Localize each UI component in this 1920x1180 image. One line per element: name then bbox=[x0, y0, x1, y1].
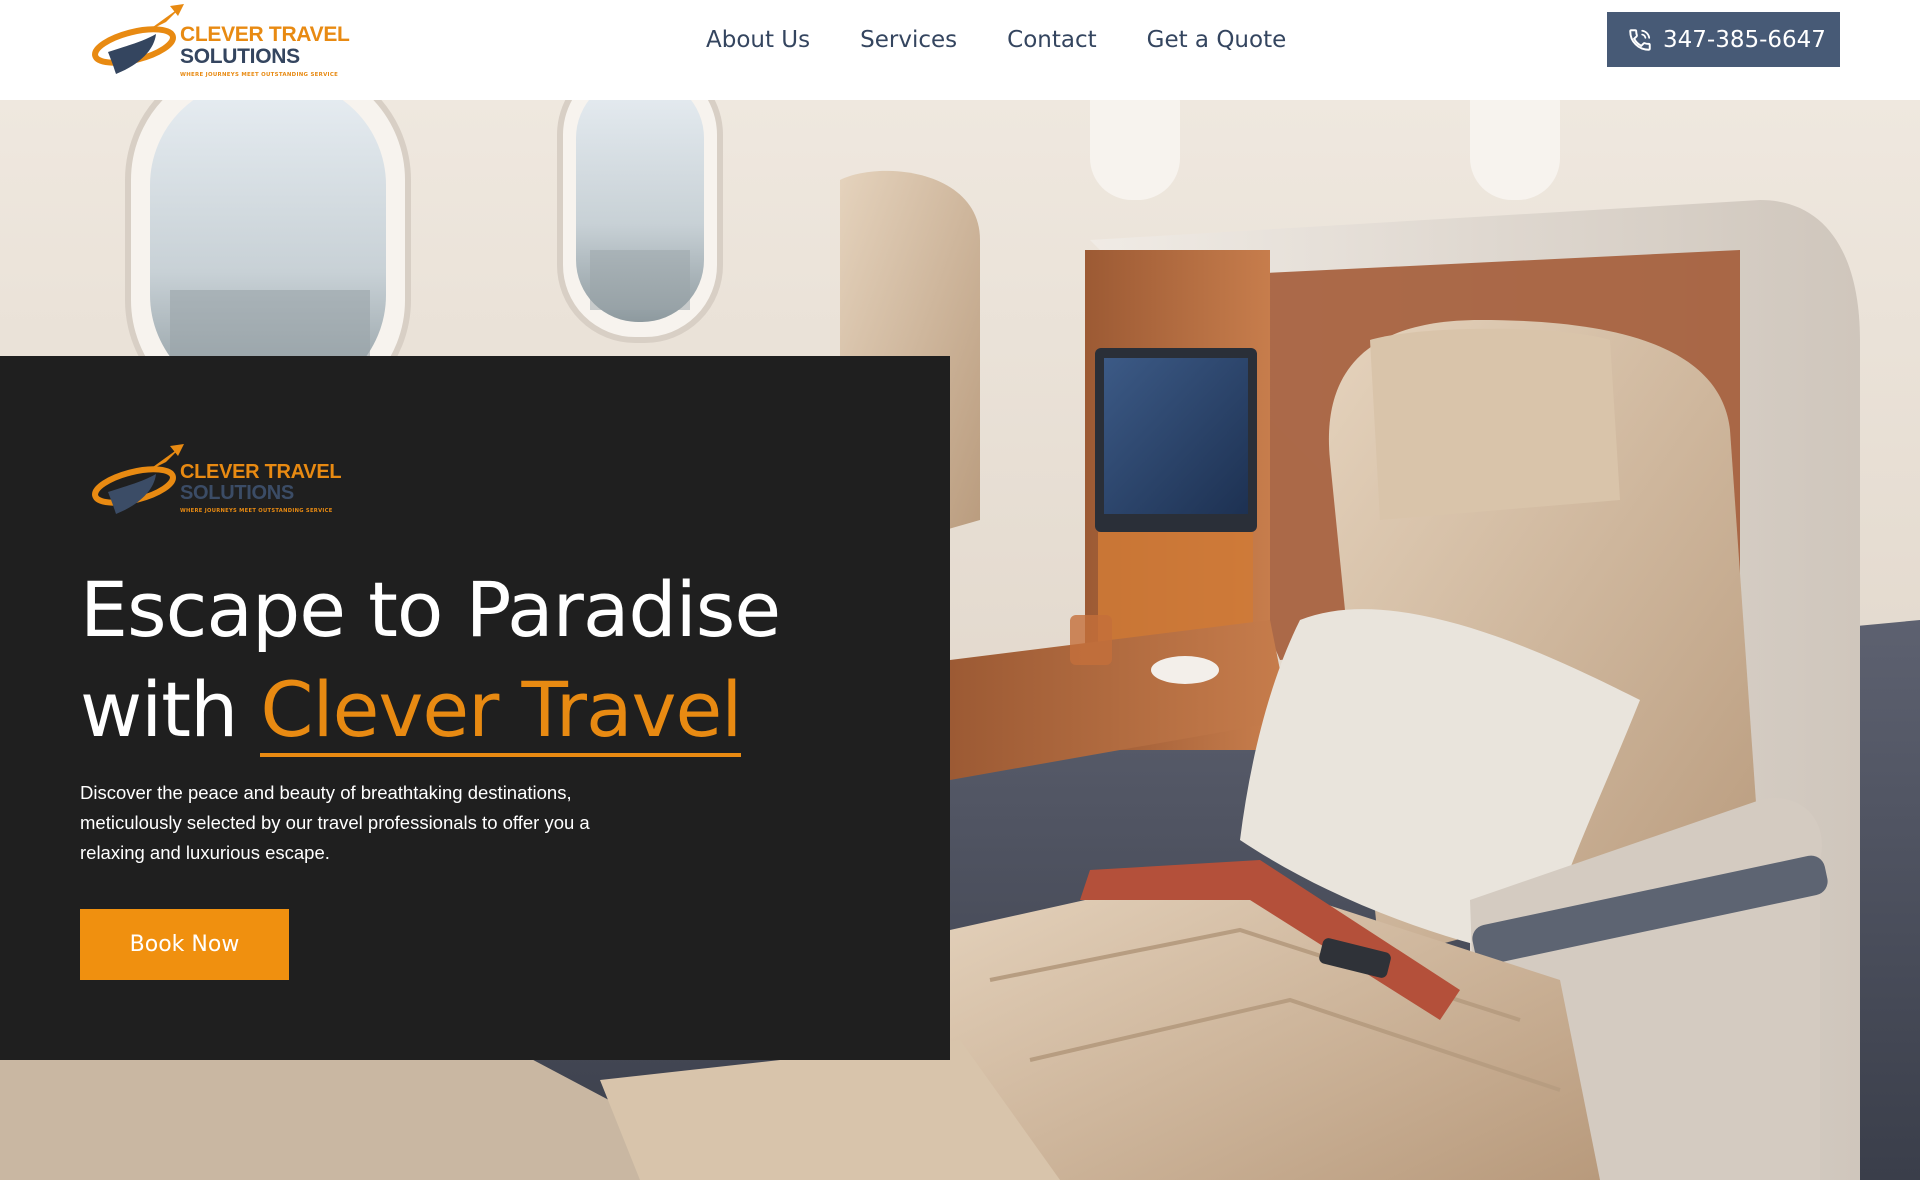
phone-number: 347-385-6647 bbox=[1663, 26, 1826, 53]
phone-icon bbox=[1629, 28, 1651, 51]
phone-button[interactable]: 347-385-6647 bbox=[1607, 12, 1840, 67]
plane-orbit-logo-icon bbox=[92, 444, 184, 514]
logo-tagline: WHERE JOURNEYS MEET OUTSTANDING SERVICE bbox=[180, 72, 339, 78]
hero-description: Discover the peace and beauty of breatht… bbox=[80, 782, 590, 863]
logo-wordmark: CLEVER TRAVEL SOLUTIONS WHERE JOURNEYS M… bbox=[180, 24, 350, 78]
nav-about-us[interactable]: About Us bbox=[706, 27, 810, 53]
hero-content-panel: CLEVER TRAVEL SOLUTIONS WHERE JOURNEYS M… bbox=[0, 356, 950, 1060]
logo-name-line1: CLEVER TRAVEL bbox=[180, 23, 350, 46]
header-logo[interactable]: CLEVER TRAVEL SOLUTIONS WHERE JOURNEYS M… bbox=[86, 2, 356, 78]
hero-headline: Escape to Paradise with Clever Travel bbox=[80, 560, 940, 760]
nav-get-a-quote[interactable]: Get a Quote bbox=[1147, 27, 1287, 53]
headline-accent: Clever Travel bbox=[260, 667, 742, 757]
site-header: CLEVER TRAVEL SOLUTIONS WHERE JOURNEYS M… bbox=[0, 0, 1920, 100]
panel-logo: CLEVER TRAVEL SOLUTIONS WHERE JOURNEYS M… bbox=[86, 440, 356, 520]
main-nav: About Us Services Contact Get a Quote bbox=[706, 22, 1286, 58]
logo-name-line2: SOLUTIONS bbox=[180, 482, 294, 504]
logo-name-line2: SOLUTIONS bbox=[180, 45, 300, 68]
nav-services[interactable]: Services bbox=[860, 27, 957, 53]
logo-tagline: WHERE JOURNEYS MEET OUTSTANDING SERVICE bbox=[180, 508, 333, 514]
book-now-button[interactable]: Book Now bbox=[80, 909, 289, 980]
logo-wordmark: CLEVER TRAVEL SOLUTIONS WHERE JOURNEYS M… bbox=[180, 461, 342, 514]
plane-orbit-logo-icon bbox=[92, 4, 184, 74]
headline-line2-prefix: with bbox=[80, 665, 261, 754]
logo-name-line1: CLEVER TRAVEL bbox=[180, 461, 342, 483]
headline-line1: Escape to Paradise bbox=[80, 565, 781, 654]
nav-contact[interactable]: Contact bbox=[1007, 27, 1096, 53]
